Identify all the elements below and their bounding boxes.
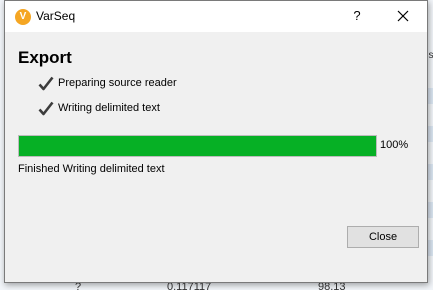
dialog-titlebar[interactable]: V VarSeq ? [5,1,427,32]
progress-fill [19,136,376,156]
dialog-title: VarSeq [36,9,76,23]
export-heading: Export [18,48,72,67]
varseq-logo-icon: V [15,9,31,25]
help-button[interactable]: ? [345,5,369,27]
close-window-button[interactable] [391,5,415,27]
close-button[interactable]: Close [347,226,419,248]
export-dialog: V VarSeq ? Export Preparing source reade… [4,0,428,283]
checkmark-icon [38,76,54,91]
checkmark-icon [38,101,54,116]
close-icon [397,10,409,22]
step-label: Writing delimited text [58,102,160,114]
status-message: Finished Writing delimited text [18,163,165,175]
progress-percent-label: 100% [380,139,409,151]
step-label: Preparing source reader [58,77,177,89]
export-progress-bar [18,135,377,157]
